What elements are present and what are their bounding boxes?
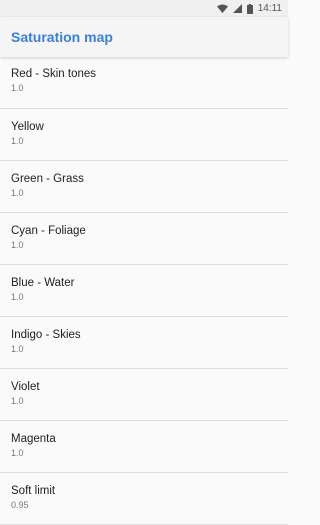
setting-label: Cyan - Foliage bbox=[11, 225, 86, 237]
setting-yellow[interactable]: Yellow 1.0 bbox=[0, 109, 288, 161]
page-title: Saturation map bbox=[11, 29, 113, 45]
setting-red-skin-tones[interactable]: Red - Skin tones 1.0 bbox=[0, 57, 288, 109]
setting-label: Violet bbox=[11, 381, 40, 393]
setting-value: 1.0 bbox=[11, 292, 24, 302]
setting-violet[interactable]: Violet 1.0 bbox=[0, 369, 288, 421]
setting-soft-limit[interactable]: Soft limit 0.95 bbox=[0, 473, 288, 525]
setting-value: 1.0 bbox=[11, 396, 24, 406]
setting-label: Soft limit bbox=[11, 485, 56, 497]
wifi-icon bbox=[216, 4, 228, 13]
setting-green-grass[interactable]: Green - Grass 1.0 bbox=[0, 161, 288, 213]
setting-value: 1.0 bbox=[11, 136, 24, 146]
setting-label: Red - Skin tones bbox=[11, 68, 97, 80]
setting-magenta[interactable]: Magenta 1.0 bbox=[0, 421, 288, 473]
setting-label: Magenta bbox=[11, 433, 56, 445]
setting-cyan-foliage[interactable]: Cyan - Foliage 1.0 bbox=[0, 213, 288, 265]
setting-label: Yellow bbox=[11, 121, 44, 133]
signal-icon bbox=[232, 4, 242, 13]
setting-label: Indigo - Skies bbox=[11, 329, 81, 341]
setting-value: 1.0 bbox=[11, 448, 24, 458]
setting-value: 1.0 bbox=[11, 188, 24, 198]
status-time: 14:11 bbox=[257, 3, 282, 14]
setting-label: Blue - Water bbox=[11, 277, 75, 289]
battery-icon bbox=[246, 3, 253, 14]
setting-value: 1.0 bbox=[11, 344, 24, 354]
app-bar: Saturation map bbox=[0, 17, 288, 57]
setting-value: 1.0 bbox=[11, 83, 24, 93]
status-bar: 14:11 bbox=[0, 0, 288, 17]
setting-indigo-skies[interactable]: Indigo - Skies 1.0 bbox=[0, 317, 288, 369]
setting-blue-water[interactable]: Blue - Water 1.0 bbox=[0, 265, 288, 317]
settings-list: Red - Skin tones 1.0 Yellow 1.0 Green - … bbox=[0, 57, 288, 525]
setting-value: 1.0 bbox=[11, 240, 24, 250]
setting-label: Green - Grass bbox=[11, 173, 84, 185]
setting-value: 0.95 bbox=[11, 500, 29, 510]
